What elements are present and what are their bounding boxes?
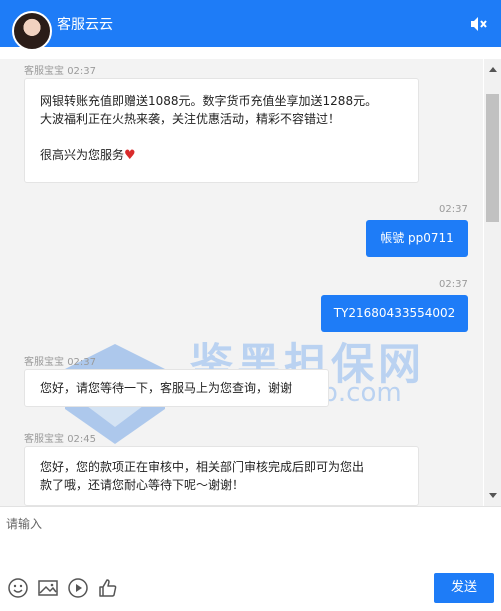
incoming-message: 网银转账充值即赠送1088元。数字货币充值坐享加送1288元。 大波福利正在火热… — [24, 78, 419, 183]
outgoing-message: 帳號 pp0711 — [366, 220, 468, 257]
message-time: 02:37 — [67, 357, 97, 368]
outgoing-message: TY21680433554002 — [321, 295, 468, 332]
heart-icon: ♥ — [124, 148, 136, 163]
message-input[interactable] — [0, 507, 501, 567]
message-line: 很高兴为您服务♥ — [40, 146, 403, 165]
message-line: 款了哦，还请您耐心等待下呢～谢谢！ — [40, 478, 245, 492]
message-meta: 客服宝宝 02:37 — [24, 353, 96, 368]
sender-name: 客服宝宝 — [24, 357, 64, 368]
scroll-thumb[interactable] — [486, 94, 499, 222]
sender-name: 客服宝宝 — [24, 66, 64, 77]
agent-avatar — [12, 11, 52, 51]
image-icon[interactable] — [37, 577, 59, 599]
scroll-down-arrow-icon[interactable] — [489, 493, 497, 498]
message-line: 大波福利正在火热来袭，关注优惠活动，精彩不容错过！ — [40, 112, 341, 126]
scroll-up-arrow-icon[interactable] — [489, 67, 497, 72]
sender-name: 客服宝宝 — [24, 434, 64, 445]
message-time: 02:37 — [67, 66, 97, 77]
message-time: 02:37 — [439, 204, 468, 215]
send-button[interactable]: 发送 — [434, 573, 494, 603]
message-line: 您好，您的款项正在审核中，相关部门审核完成后即可为您出 — [40, 460, 365, 474]
agent-name: 客服云云 — [57, 17, 113, 33]
chat-scrollbar[interactable] — [484, 59, 501, 506]
message-text: 很高兴为您服务 — [40, 148, 125, 162]
incoming-message: 您好，请您等待一下，客服马上为您查询，谢谢 — [24, 369, 329, 407]
message-meta: 客服宝宝 02:45 — [24, 430, 96, 445]
message-time: 02:45 — [67, 434, 97, 445]
incoming-message: 您好，您的款项正在审核中，相关部门审核完成后即可为您出 款了哦，还请您耐心等待下… — [24, 446, 419, 506]
chat-header: 客服云云 — [0, 0, 501, 51]
message-list[interactable]: 客服宝宝 02:37 网银转账充值即赠送1088元。数字货币充值坐享加送1288… — [0, 59, 483, 506]
message-line: 网银转账充值即赠送1088元。数字货币充值坐享加送1288元。 — [40, 94, 378, 108]
message-line — [40, 128, 403, 146]
message-meta: 客服宝宝 02:37 — [24, 62, 96, 77]
emoji-icon[interactable] — [7, 577, 29, 599]
video-icon[interactable] — [67, 577, 89, 599]
message-time: 02:37 — [439, 279, 468, 290]
speaker-mute-icon[interactable] — [470, 16, 488, 32]
thumbs-up-icon[interactable] — [97, 577, 119, 599]
